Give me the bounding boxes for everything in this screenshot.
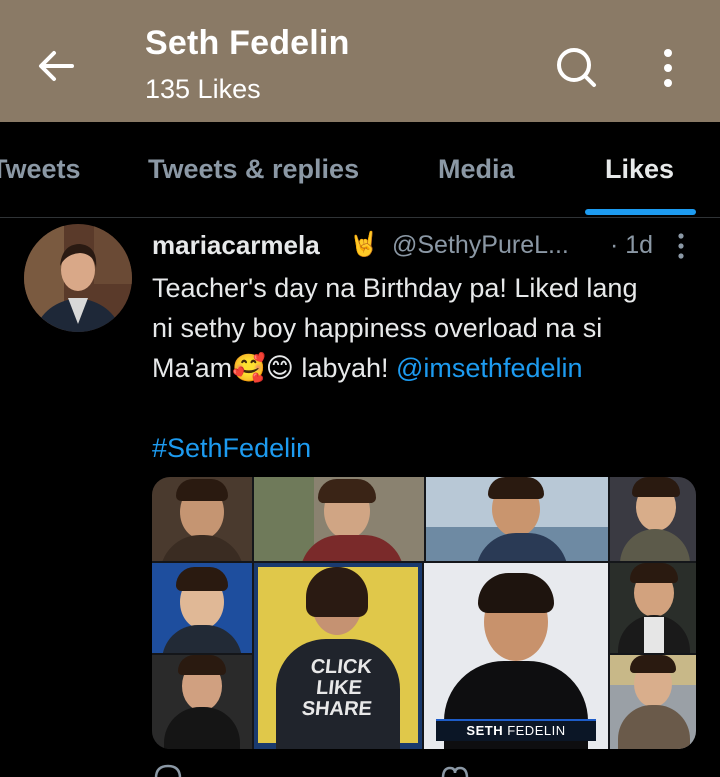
author-emoji: 🤘 bbox=[349, 231, 379, 258]
author-handle[interactable]: @SethyPureL... bbox=[392, 231, 569, 260]
author-name[interactable]: mariacarmela bbox=[152, 230, 320, 261]
more-vertical-icon bbox=[678, 233, 684, 259]
tab-tweets-replies[interactable]: Tweets & replies bbox=[148, 154, 359, 185]
mention-link[interactable]: @imsethfedelin bbox=[396, 353, 583, 383]
tweet-text-segment: Ma'am🥰😊 labyah! bbox=[152, 353, 397, 383]
collage-photo bbox=[254, 477, 424, 561]
hashtag-link[interactable]: #SethFedelin bbox=[152, 433, 311, 463]
profile-tabs: Tweets Tweets & replies Media Likes bbox=[0, 122, 720, 218]
tweet-media-image[interactable]: CLICK LIKE SHARE SETH FEDELIN bbox=[152, 477, 696, 749]
profile-header: Seth Fedelin 135 Likes bbox=[0, 0, 720, 122]
collage-photo bbox=[610, 563, 696, 653]
more-vertical-icon bbox=[664, 49, 672, 87]
collage-photo bbox=[610, 655, 696, 749]
back-button[interactable] bbox=[32, 42, 80, 90]
tab-tweets[interactable]: Tweets bbox=[0, 154, 81, 185]
avatar[interactable] bbox=[24, 224, 132, 332]
active-tab-indicator bbox=[585, 209, 696, 215]
like-icon[interactable] bbox=[440, 766, 470, 777]
collage-photo bbox=[152, 477, 252, 561]
collage-photo bbox=[610, 477, 696, 561]
collage-photo bbox=[152, 655, 252, 749]
tweet-timestamp[interactable]: · 1d bbox=[610, 231, 653, 260]
tweet-menu-button[interactable] bbox=[669, 228, 693, 264]
tab-media[interactable]: Media bbox=[438, 154, 515, 185]
avatar-photo bbox=[24, 224, 132, 332]
likes-count: 135 Likes bbox=[145, 74, 261, 104]
media-caption-last: FEDELIN bbox=[503, 723, 566, 738]
collage-photo bbox=[152, 563, 252, 653]
media-caption-first: SETH bbox=[466, 723, 504, 738]
tab-likes[interactable]: Likes bbox=[605, 154, 674, 185]
collage-photo: SETH FEDELIN bbox=[424, 563, 608, 749]
collage-photo bbox=[426, 477, 608, 561]
shirt-text: CLICK bbox=[309, 656, 373, 678]
tweet-actions-row bbox=[152, 760, 696, 777]
tweet-text-line: #SethFedelin bbox=[152, 428, 707, 468]
profile-name: Seth Fedelin bbox=[145, 24, 350, 62]
search-button[interactable] bbox=[552, 44, 600, 92]
search-icon bbox=[557, 48, 596, 87]
tweet-text-blank bbox=[152, 388, 707, 428]
tweet-text-line: Ma'am🥰😊 labyah! @imsethfedelin bbox=[152, 348, 707, 388]
more-options-button[interactable] bbox=[650, 44, 686, 92]
tweet-text: Teacher's day na Birthday pa! Liked lang… bbox=[152, 268, 707, 468]
tweet-text-line: Teacher's day na Birthday pa! Liked lang bbox=[152, 273, 638, 303]
tweet-text-line: ni sethy boy happiness overload na si bbox=[152, 313, 603, 343]
shirt-text: LIKE bbox=[315, 677, 363, 699]
tweet-header: mariacarmela 🤘 @SethyPureL... · 1d bbox=[152, 230, 697, 266]
arrow-left-icon bbox=[39, 51, 74, 81]
shirt-text: SHARE bbox=[300, 698, 374, 720]
reply-icon[interactable] bbox=[152, 764, 182, 777]
collage-photo-frame: CLICK LIKE SHARE bbox=[254, 563, 422, 749]
